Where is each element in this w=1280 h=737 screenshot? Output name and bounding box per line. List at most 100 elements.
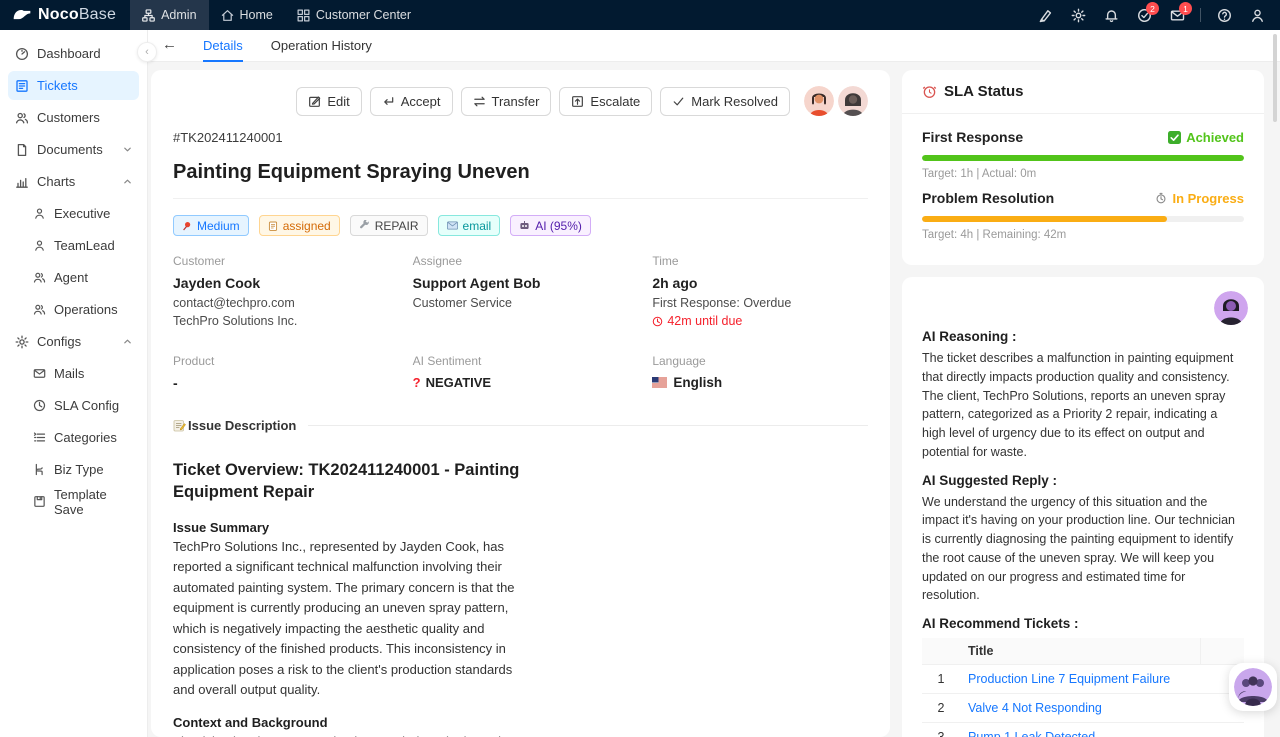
clipboard-icon: [268, 221, 277, 231]
recommend-ticket-link[interactable]: Production Line 7 Equipment Failure: [968, 672, 1170, 686]
table-row: 1 Production Line 7 Equipment Failure: [922, 664, 1244, 694]
sla-status-card: SLA Status First Response Achieved Targe…: [902, 70, 1264, 265]
sidebar-item-charts[interactable]: Charts: [8, 167, 139, 196]
sla-problem-resolution-meta: Target: 4h | Remaining: 42m: [922, 229, 1067, 241]
sidebar-item-categories[interactable]: Categories: [26, 423, 139, 452]
edit-button[interactable]: Edit: [296, 86, 362, 116]
nav-item-admin[interactable]: Admin: [130, 0, 209, 30]
ai-confidence-tag-label: AI (95%): [535, 218, 582, 233]
sidebar-item-documents[interactable]: Documents: [8, 135, 139, 164]
nav-item-admin-label: Admin: [161, 8, 197, 22]
recommend-ticket-link[interactable]: Pump 1 Leak Detected: [968, 730, 1095, 737]
sidebar-item-biz-type[interactable]: Biz Type: [26, 455, 139, 484]
enter-icon: [383, 96, 394, 105]
check-square-icon: [1168, 130, 1182, 144]
ticket-title: Painting Equipment Spraying Uneven: [173, 161, 868, 199]
chevron-up-icon: [123, 337, 132, 346]
category-tag-label: REPAIR: [374, 218, 419, 233]
issue-description-label: Issue Description: [188, 418, 297, 433]
sidebar-item-executive[interactable]: Executive: [26, 199, 139, 228]
alarm-clock-icon: [922, 86, 937, 98]
tasks-icon[interactable]: 2: [1131, 2, 1159, 26]
sidebar-collapse-button[interactable]: ‹: [137, 42, 157, 62]
sla-card-body: First Response Achieved Target: 1h | Act…: [902, 114, 1264, 265]
mail-icon[interactable]: 1: [1164, 2, 1192, 26]
due-countdown: 42m until due: [652, 314, 868, 328]
sidebar-item-dashboard[interactable]: Dashboard: [8, 39, 139, 68]
logo-base: Base: [78, 6, 117, 23]
sidebar-item-template-save[interactable]: Template Save: [26, 487, 139, 517]
sla-metric-name: Problem Resolution: [922, 190, 1055, 206]
sidebar-item-customers[interactable]: Customers: [8, 103, 139, 132]
index-column-header: [922, 638, 960, 665]
field-ai-sentiment: AI Sentiment ? NEGATIVE: [413, 354, 629, 396]
section-body-context: The ticket has been categorized as a Pri…: [173, 732, 525, 737]
field-label: Assignee: [412, 254, 463, 268]
recommend-ticket-link[interactable]: Valve 4 Not Responding: [968, 701, 1102, 715]
accept-button-label: Accept: [400, 93, 441, 109]
settings-icon[interactable]: [1065, 4, 1091, 26]
dashboard-icon: [15, 47, 29, 60]
transfer-button[interactable]: Transfer: [460, 86, 552, 116]
chevron-up-icon: [123, 177, 132, 186]
avatar-agent-female[interactable]: [804, 86, 834, 116]
first-response-status: First Response: Overdue: [652, 296, 792, 310]
sla-status-label: In Progress: [1172, 190, 1244, 206]
sidebar-item-label: Documents: [37, 142, 103, 157]
notifications-bell-icon[interactable]: [1098, 4, 1124, 26]
sidebar-item-label: Executive: [54, 206, 111, 221]
sidebar-item-agent[interactable]: Agent: [26, 263, 139, 292]
sla-metric-name: First Response: [922, 129, 1024, 145]
ticket-detail-card: Edit Accept Transfer Escalate Mark Resol…: [151, 70, 890, 737]
check-icon: [673, 97, 684, 105]
row-index: 3: [922, 722, 960, 737]
section-title-issue-summary: Issue Summary: [173, 519, 270, 535]
nocobase-logo-text: NocoBase: [38, 6, 116, 24]
section-body-issue-summary: TechPro Solutions Inc., represented by J…: [173, 538, 515, 698]
sidebar: Dashboard Tickets Customers Documents Ch…: [0, 30, 148, 737]
ai-suggested-reply-label: AI Suggested Reply :: [922, 472, 1058, 488]
help-icon[interactable]: [1211, 4, 1237, 26]
nav-item-customer-center[interactable]: Customer Center: [285, 0, 423, 30]
field-label: Product: [173, 354, 215, 368]
recommend-tickets-table: Title 1 Production Line 7 Equipment Fail…: [922, 638, 1244, 737]
tab-details[interactable]: Details: [191, 30, 255, 62]
sidebar-item-configs[interactable]: Configs: [8, 327, 139, 356]
clock-icon: [653, 316, 663, 326]
back-button[interactable]: ←: [162, 36, 187, 55]
branch-icon: [35, 463, 43, 476]
accept-button[interactable]: Accept: [369, 86, 453, 116]
sidebar-item-label: Configs: [37, 334, 82, 349]
us-flag-icon: [652, 377, 668, 388]
ticket-id: #TK202411240001: [173, 130, 283, 145]
email-icon: [446, 221, 458, 230]
category-tag: REPAIR: [349, 215, 428, 236]
sidebar-item-mails[interactable]: Mails: [26, 359, 139, 388]
nocobase-logo[interactable]: NocoBase: [0, 0, 130, 30]
question-mark-icon: ?: [412, 375, 421, 390]
avatar-agent-dark[interactable]: [838, 86, 868, 116]
navbar-right: 2 1: [1032, 0, 1280, 30]
sidebar-item-teamlead[interactable]: TeamLead: [26, 231, 139, 260]
user-icon[interactable]: [1244, 4, 1270, 26]
tab-operation-history[interactable]: Operation History: [259, 30, 384, 62]
sidebar-item-operations[interactable]: Operations: [26, 295, 139, 324]
mark-resolved-button[interactable]: Mark Resolved: [660, 86, 790, 116]
ui-editor-icon[interactable]: [1032, 4, 1058, 26]
sidebar-item-sla-config[interactable]: SLA Config: [26, 391, 139, 420]
nav-item-home[interactable]: Home: [209, 0, 285, 30]
ticket-tags: Medium assigned REPAIR email AI (95%): [173, 215, 868, 236]
field-label: AI Sentiment: [412, 354, 482, 368]
memo-icon: [173, 420, 186, 432]
sidebar-item-label: SLA Config: [54, 398, 120, 413]
page-scrollbar[interactable]: [1273, 34, 1277, 122]
sla-first-response-status: Achieved: [1168, 130, 1244, 145]
ai-avatar: [1214, 291, 1248, 325]
right-panel: SLA Status First Response Achieved Targe…: [902, 70, 1264, 737]
sidebar-item-label: Mails: [54, 366, 85, 381]
sidebar-item-label: Biz Type: [54, 462, 104, 477]
due-countdown-label: 42m until due: [667, 314, 743, 328]
sidebar-item-tickets[interactable]: Tickets: [8, 71, 139, 100]
escalate-button[interactable]: Escalate: [559, 86, 653, 116]
ai-chat-floating-button[interactable]: [1229, 663, 1277, 711]
